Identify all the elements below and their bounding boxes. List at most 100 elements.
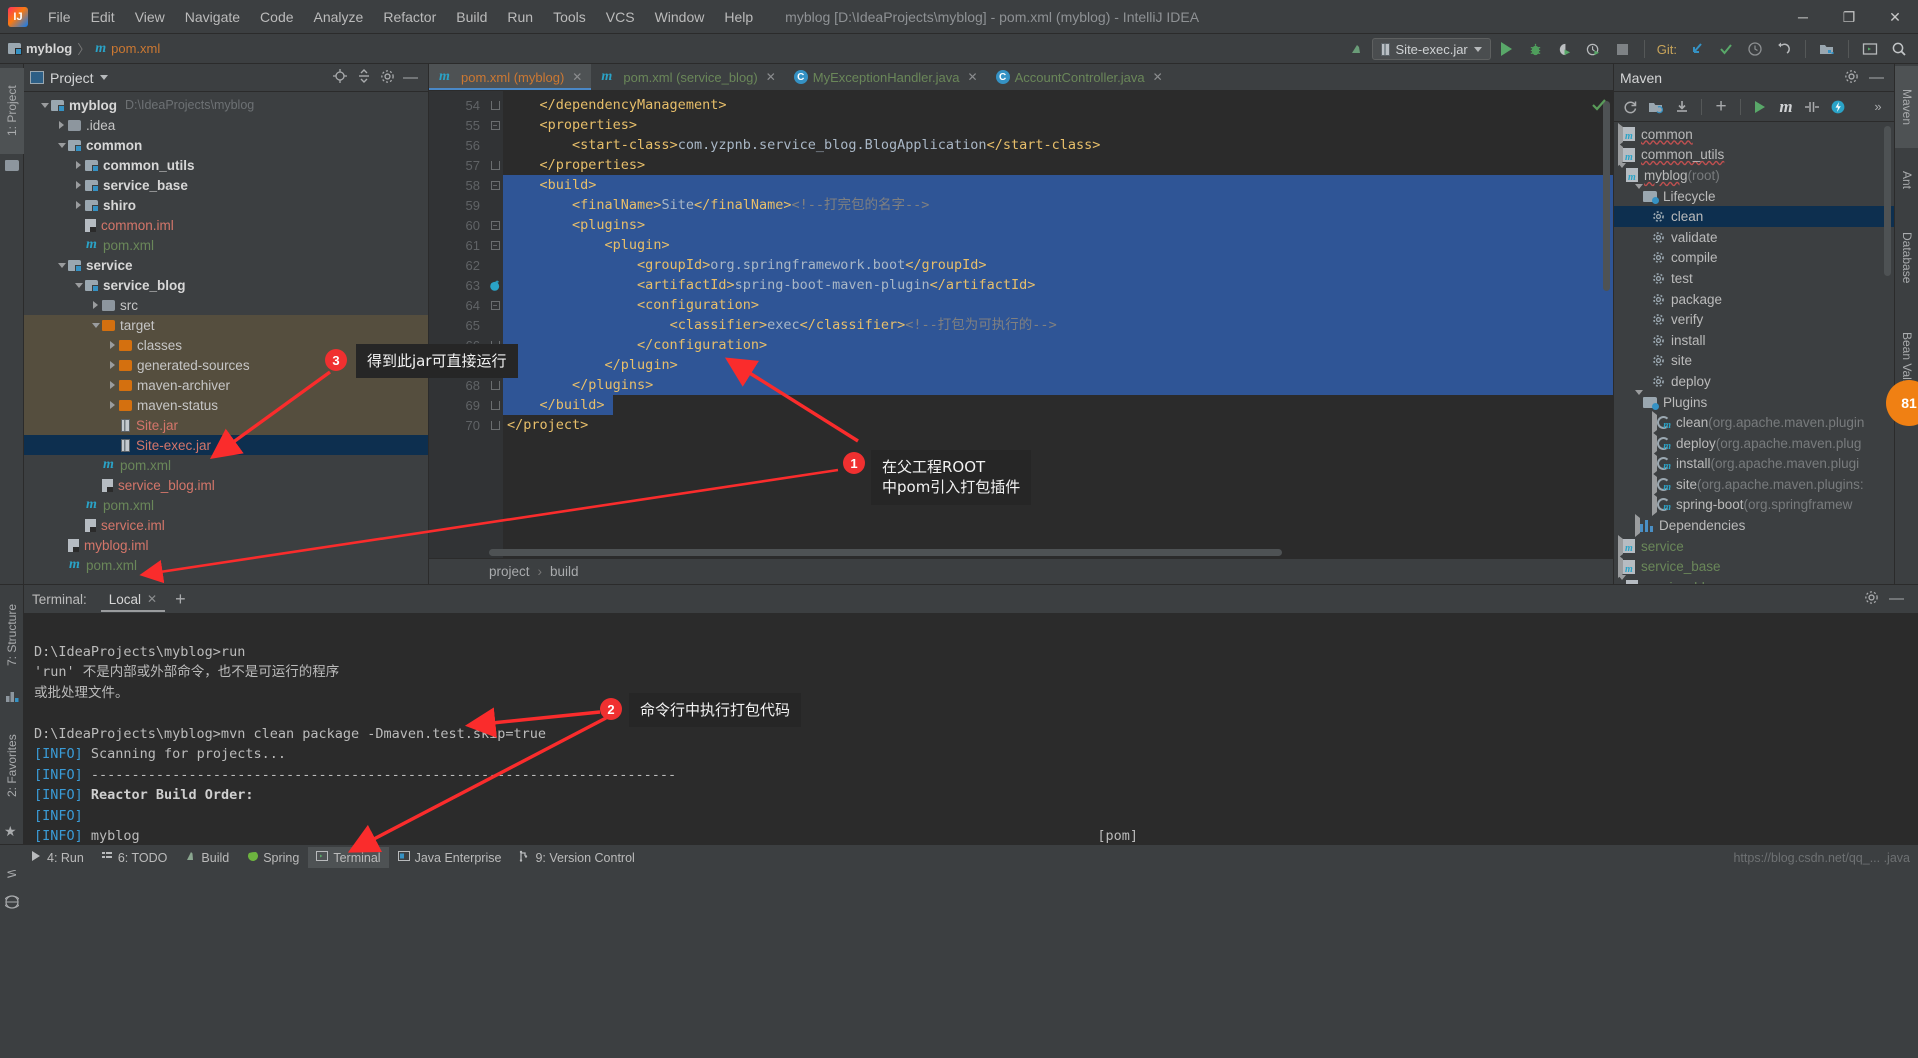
maven-tree-item-install[interactable]: install: [1614, 330, 1894, 351]
menu-item-vcs[interactable]: VCS: [596, 5, 645, 29]
updown-arrow-icon[interactable]: [1343, 37, 1369, 61]
git-history-icon[interactable]: [1742, 37, 1768, 61]
chevron-down-icon[interactable]: [72, 279, 85, 292]
menu-item-window[interactable]: Window: [645, 5, 715, 29]
code-line[interactable]: </plugins>: [503, 375, 1613, 395]
status-bar-item-build[interactable]: Build: [176, 847, 237, 868]
tree-item-site-jar[interactable]: Site.jar: [24, 415, 428, 435]
chevron-right-icon[interactable]: [106, 339, 119, 352]
gear-icon[interactable]: [1864, 590, 1879, 608]
menu-item-view[interactable]: View: [125, 5, 175, 29]
maven-tree-item-spring-boot[interactable]: spring-boot (org.springframew: [1614, 493, 1894, 517]
fold-collapse-icon[interactable]: −: [487, 215, 503, 235]
maven-tree-item-service-base[interactable]: service_base: [1614, 555, 1894, 579]
profile-icon[interactable]: [1581, 37, 1607, 61]
chevron-right-icon[interactable]: [55, 119, 68, 132]
gear-icon[interactable]: [380, 69, 395, 87]
fold-collapse-icon[interactable]: −: [487, 295, 503, 315]
editor-tab-accountcontroller-java[interactable]: C AccountController.java ✕: [987, 64, 1172, 90]
left-tool-strip[interactable]: 1: Project: [0, 64, 24, 584]
inspection-status-icon[interactable]: [1591, 97, 1607, 116]
maximize-button[interactable]: ❐: [1826, 0, 1872, 34]
fold-end-icon[interactable]: [487, 95, 503, 115]
chevron-down-icon[interactable]: [99, 75, 108, 80]
maven-tree-item-plugins[interactable]: Plugins: [1614, 389, 1894, 413]
maven-tree-item-test[interactable]: test: [1614, 268, 1894, 289]
editor-breadcrumb-item[interactable]: project: [489, 564, 530, 579]
terminal-tab-local[interactable]: Local ✕: [100, 589, 166, 612]
editor-tab-pom-xml-service-blog-[interactable]: m pom.xml (service_blog) ✕: [591, 64, 784, 90]
git-commit-icon[interactable]: [1713, 37, 1739, 61]
sidebar-item-structure[interactable]: 7: Structure: [0, 587, 24, 683]
fold-collapse-icon[interactable]: −: [487, 235, 503, 255]
project-structure-icon[interactable]: [1814, 37, 1840, 61]
tree-item-common[interactable]: common: [24, 135, 428, 155]
code-line[interactable]: <plugin>: [503, 235, 1613, 255]
stop-icon[interactable]: [1610, 37, 1636, 61]
fold-collapse-icon[interactable]: −: [487, 175, 503, 195]
close-icon[interactable]: ✕: [766, 70, 776, 84]
breadcrumb-item-project[interactable]: myblog: [8, 41, 72, 56]
tree-item-pom-xml[interactable]: m pom.xml: [24, 235, 428, 255]
tree-item--idea[interactable]: .idea: [24, 115, 428, 135]
code-line[interactable]: <start-class>com.yzpnb.service_blog.Blog…: [503, 135, 1613, 155]
menu-item-build[interactable]: Build: [446, 5, 497, 29]
breadcrumb[interactable]: myblog 〉 m pom.xml: [8, 39, 160, 58]
status-bar-tool-buttons[interactable]: 4: Run 6: TODO Build Spring Terminal Java Ent…: [22, 847, 643, 868]
editor-tab-bar[interactable]: m pom.xml (myblog) ✕ m pom.xml (service_blog…: [429, 64, 1613, 91]
code-line[interactable]: <properties>: [503, 115, 1613, 135]
chevron-down-icon[interactable]: [89, 319, 102, 332]
breadcrumb-item-file[interactable]: m pom.xml: [95, 41, 160, 57]
code-line[interactable]: <artifactId>spring-boot-maven-plugin</ar…: [503, 275, 1613, 295]
maven-tree-item-lifecycle[interactable]: Lifecycle: [1614, 183, 1894, 207]
tree-item-service-iml[interactable]: service.iml: [24, 515, 428, 535]
run-maven-build-icon[interactable]: [1826, 95, 1850, 119]
maven-tree-item-package[interactable]: package: [1614, 289, 1894, 310]
close-icon[interactable]: ✕: [968, 70, 978, 84]
code-line[interactable]: </project>: [503, 415, 1613, 435]
editor-horizontal-scrollbar[interactable]: [489, 549, 1591, 558]
status-bar-item-java-enterprise[interactable]: Java Enterprise: [390, 847, 510, 868]
code-line[interactable]: </configuration>: [503, 335, 1613, 355]
menu-item-run[interactable]: Run: [497, 5, 543, 29]
maven-settings-icon[interactable]: m: [1774, 95, 1798, 119]
tree-item-service-blog-iml[interactable]: service_blog.iml: [24, 475, 428, 495]
maven-dependency-icon[interactable]: [487, 275, 503, 295]
status-bar-item-terminal[interactable]: Terminal: [308, 847, 389, 868]
code-line[interactable]: <classifier>exec</classifier><!--打包为可执行的…: [503, 315, 1613, 335]
maven-tree-item-clean[interactable]: clean: [1614, 206, 1894, 227]
maven-tree-item-service-blog[interactable]: service_blog: [1614, 574, 1894, 584]
hide-panel-icon[interactable]: —: [1889, 591, 1904, 606]
maven-tree-item-common-utils[interactable]: common_utils: [1614, 143, 1894, 167]
close-icon[interactable]: ✕: [1153, 70, 1163, 84]
search-icon[interactable]: [1886, 37, 1912, 61]
more-actions-icon[interactable]: »: [1866, 95, 1890, 119]
maven-tree-item-dependencies[interactable]: Dependencies: [1614, 514, 1894, 538]
chevron-down-icon[interactable]: [1618, 574, 1626, 584]
chevron-down-icon[interactable]: [1618, 162, 1626, 183]
right-tool-strip[interactable]: Maven Ant Database Bean Validation 81: [1886, 64, 1918, 584]
chevron-down-icon[interactable]: [55, 259, 68, 272]
chevron-right-icon[interactable]: [106, 379, 119, 392]
tree-item-myblog-iml[interactable]: myblog.iml: [24, 535, 428, 555]
tree-item-pom-xml[interactable]: m pom.xml: [24, 495, 428, 515]
debug-icon[interactable]: [1523, 37, 1549, 61]
git-revert-icon[interactable]: [1771, 37, 1797, 61]
menu-item-file[interactable]: File: [38, 5, 81, 29]
chevron-right-icon[interactable]: [106, 399, 119, 412]
fold-end-icon[interactable]: [487, 415, 503, 435]
code-line[interactable]: <configuration>: [503, 295, 1613, 315]
execute-goal-icon[interactable]: [1748, 95, 1772, 119]
editor-tab-myexceptionhandler-java[interactable]: C MyExceptionHandler.java ✕: [785, 64, 987, 90]
code-line[interactable]: <plugins>: [503, 215, 1613, 235]
maven-toolbar[interactable]: + m »: [1614, 92, 1894, 122]
editor-tab-pom-xml-myblog-[interactable]: m pom.xml (myblog) ✕: [429, 64, 592, 90]
gear-icon[interactable]: [1844, 69, 1859, 87]
run-with-coverage-icon[interactable]: [1552, 37, 1578, 61]
close-button[interactable]: ✕: [1872, 0, 1918, 34]
maven-tree-item-deploy[interactable]: deploy: [1614, 371, 1894, 392]
maven-tree-item-common[interactable]: common: [1614, 122, 1894, 146]
fold-collapse-icon[interactable]: −: [487, 115, 503, 135]
tree-item-service[interactable]: service: [24, 255, 428, 275]
maven-tree-item-compile[interactable]: compile: [1614, 248, 1894, 269]
